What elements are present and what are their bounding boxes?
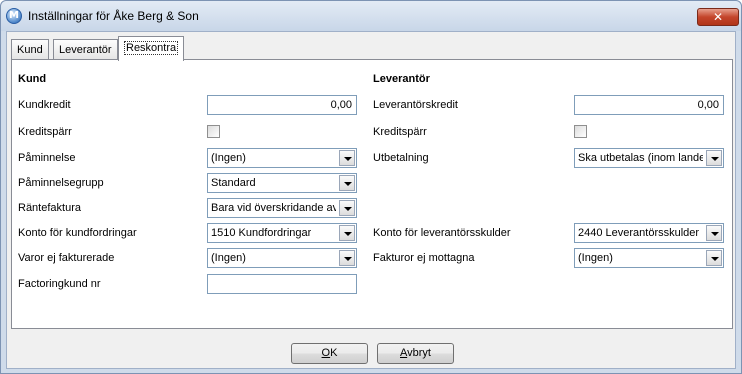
fakturor-ej-mottagna-label: Fakturor ej mottagna bbox=[373, 252, 475, 264]
ok-accelerator: O bbox=[321, 347, 331, 359]
paminnelsegrupp-select[interactable]: Standard bbox=[207, 173, 357, 193]
factoringkund-input[interactable] bbox=[207, 274, 357, 294]
konto-kundfordringar-select[interactable]: 1510 Kundfordringar bbox=[207, 223, 357, 243]
title-bar: M Inställningar för Åke Berg & Son ✕ bbox=[1, 1, 741, 31]
varor-ej-fakturerade-select[interactable]: (Ingen) bbox=[207, 248, 357, 268]
dropdown-arrow-icon[interactable] bbox=[706, 150, 722, 166]
ok-button[interactable]: OK bbox=[291, 343, 368, 364]
utbetalning-value: Ska utbetalas (inom landet bbox=[578, 152, 703, 164]
tab-reskontra[interactable]: Reskontra bbox=[118, 36, 185, 61]
leverantor-kreditsparr-checkbox[interactable] bbox=[574, 125, 587, 138]
kund-heading: Kund bbox=[18, 73, 47, 85]
dropdown-arrow-icon[interactable] bbox=[339, 200, 355, 216]
rantefaktura-select[interactable]: Bara vid överskridande av bbox=[207, 198, 357, 218]
paminnelse-select[interactable]: (Ingen) bbox=[207, 148, 357, 168]
fakturor-ej-mottagna-value: (Ingen) bbox=[578, 252, 613, 264]
konto-kundfordringar-value: 1510 Kundfordringar bbox=[211, 227, 312, 239]
varor-ej-fakturerade-label: Varor ej fakturerade bbox=[18, 252, 115, 264]
konto-leverantorsskulder-value: 2440 Leverantörsskulder bbox=[578, 227, 700, 239]
cancel-button[interactable]: Avbryt bbox=[377, 343, 454, 364]
rantefaktura-label: Räntefaktura bbox=[18, 202, 81, 214]
dropdown-arrow-icon[interactable] bbox=[706, 225, 722, 241]
konto-leverantorsskulder-select[interactable]: 2440 Leverantörsskulder bbox=[574, 223, 724, 243]
dialog-body: Kund Leverantör Reskontra Kund Kundkredi… bbox=[6, 31, 736, 369]
paminnelsegrupp-value: Standard bbox=[211, 177, 256, 189]
varor-ej-fakturerade-value: (Ingen) bbox=[211, 252, 246, 264]
dropdown-arrow-icon[interactable] bbox=[339, 175, 355, 191]
paminnelse-label: Påminnelse bbox=[18, 152, 76, 164]
dropdown-arrow-icon[interactable] bbox=[339, 150, 355, 166]
fakturor-ej-mottagna-select[interactable]: (Ingen) bbox=[574, 248, 724, 268]
kundkredit-label: Kundkredit bbox=[18, 99, 71, 111]
leverantor-kreditsparr-label: Kreditspärr bbox=[373, 126, 427, 138]
leverantor-heading: Leverantör bbox=[373, 73, 430, 85]
factoringkund-label: Factoringkund nr bbox=[18, 278, 101, 290]
konto-kundfordringar-label: Konto för kundfordringar bbox=[18, 227, 137, 239]
paminnelse-value: (Ingen) bbox=[211, 152, 246, 164]
dropdown-arrow-icon[interactable] bbox=[339, 250, 355, 266]
app-logo-icon: M bbox=[6, 8, 22, 24]
utbetalning-label: Utbetalning bbox=[373, 152, 429, 164]
kund-kreditsparr-label: Kreditspärr bbox=[18, 126, 72, 138]
tab-kund[interactable]: Kund bbox=[11, 39, 49, 60]
reskontra-panel: Kund Kundkredit 0,00 Kreditspärr Påminne… bbox=[11, 59, 733, 329]
kund-kreditsparr-checkbox[interactable] bbox=[207, 125, 220, 138]
leverantorskredit-input[interactable]: 0,00 bbox=[574, 95, 724, 115]
rantefaktura-value: Bara vid överskridande av bbox=[211, 202, 336, 214]
konto-leverantorsskulder-label: Konto för leverantörsskulder bbox=[373, 227, 511, 239]
cancel-label-rest: vbryt bbox=[407, 347, 431, 359]
tab-reskontra-label: Reskontra bbox=[124, 41, 179, 55]
leverantorskredit-label: Leverantörskredit bbox=[373, 99, 458, 111]
ok-label-rest: K bbox=[330, 347, 338, 359]
close-button[interactable]: ✕ bbox=[697, 8, 739, 26]
window-title: Inställningar för Åke Berg & Son bbox=[28, 9, 199, 23]
paminnelsegrupp-label: Påminnelsegrupp bbox=[18, 177, 104, 189]
settings-dialog: M Inställningar för Åke Berg & Son ✕ Kun… bbox=[0, 0, 742, 374]
dropdown-arrow-icon[interactable] bbox=[339, 225, 355, 241]
kundkredit-input[interactable]: 0,00 bbox=[207, 95, 357, 115]
utbetalning-select[interactable]: Ska utbetalas (inom landet bbox=[574, 148, 724, 168]
tab-leverantor[interactable]: Leverantör bbox=[53, 39, 118, 60]
dropdown-arrow-icon[interactable] bbox=[706, 250, 722, 266]
